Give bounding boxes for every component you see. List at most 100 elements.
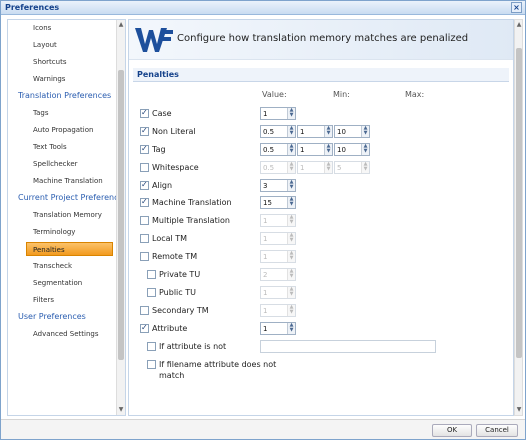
non-literal-min-spinner[interactable]: 1 ▲ ▼ [297,125,333,138]
sidebar-header-translation-preferences: Translation Preferences [18,91,112,100]
penalty-row-case: Case 1 ▲▼ [129,107,513,121]
sidebar-item-text-tools[interactable]: Text Tools [8,140,117,154]
if-filename-attribute-label-2: match [159,371,185,380]
if-attribute-not-checkbox[interactable] [147,342,156,351]
non-literal-value-spinner[interactable]: 0.5 ▲ ▼ [260,125,296,138]
spinner-arrows-icon[interactable]: ▲ ▼ [324,126,332,137]
sidebar-scroll-thumb[interactable] [118,70,124,360]
local-tm-checkbox[interactable] [140,234,149,243]
whitespace-max-spinner: 5 ▲ ▼ [334,161,370,174]
tag-label: Tag [152,145,166,154]
penalty-row-multiple-translation: Multiple Translation 1 ▲ ▼ [129,214,513,228]
banner: Configure how translation memory matches… [129,20,513,60]
spinner-arrows-icon[interactable]: ▲ ▼ [324,144,332,155]
penalty-row-machine-translation: Machine Translation 15 ▲▼ [129,196,513,210]
sidebar-item-icons[interactable]: Icons [8,21,117,35]
whitespace-checkbox[interactable] [140,163,149,172]
penalty-row-attribute: Attribute 1 ▲▼ [129,322,513,336]
private-tu-checkbox[interactable] [147,270,156,279]
machine-translation-value: 15 [263,199,272,207]
col-value-header: Value: [262,90,287,99]
spinner-arrows-icon[interactable]: ▲ ▼ [361,126,369,137]
scroll-up-icon[interactable]: ▲ [515,21,523,29]
remote-tm-checkbox[interactable] [140,252,149,261]
align-checkbox[interactable] [140,180,149,190]
tag-value-spinner[interactable]: 0.5 ▲ ▼ [260,143,296,156]
local-tm-value-spinner: 1 ▲ ▼ [260,232,296,245]
multiple-translation-checkbox[interactable] [140,216,149,225]
align-value-spinner[interactable]: 3 ▲ ▼ [260,179,296,192]
penalty-row-non-literal: Non Literal 0.5 ▲▼ 1 ▲▼ 10 ▲▼ [129,125,513,139]
cancel-button[interactable]: Cancel [476,424,518,437]
tag-checkbox[interactable] [140,144,149,154]
sidebar-item-penalties[interactable]: Penalties [26,242,113,256]
spinner-arrows-icon[interactable]: ▲ ▼ [287,323,295,334]
sidebar-item-warnings[interactable]: Warnings [8,72,117,86]
sidebar-item-filters[interactable]: Filters [8,293,117,307]
sidebar-scrollbar[interactable]: ▲ ▼ [116,20,125,415]
sidebar-item-tags[interactable]: Tags [8,106,117,120]
whitespace-value-spinner: 0.5 ▲ ▼ [260,161,296,174]
attribute-checkbox[interactable] [140,323,149,333]
scroll-down-icon[interactable]: ▼ [117,406,125,414]
main-scroll-thumb[interactable] [516,48,522,358]
sidebar-item-transcheck[interactable]: Transcheck [8,259,117,273]
section-title: Penalties [137,70,179,79]
sidebar-item-shortcuts[interactable]: Shortcuts [8,55,117,69]
scroll-down-icon[interactable]: ▼ [515,406,523,414]
sidebar-item-terminology[interactable]: Terminology [8,225,117,239]
machine-translation-value-spinner[interactable]: 15 ▲ ▼ [260,196,296,209]
sidebar-item-machine-translation[interactable]: Machine Translation [8,174,117,188]
whitespace-max: 5 [337,164,342,172]
machine-translation-checkbox[interactable] [140,197,149,207]
scroll-up-icon[interactable]: ▲ [117,21,125,29]
app-logo-icon [135,28,173,52]
penalty-row-if-attribute-not: If attribute is not [129,340,513,354]
multiple-translation-value: 1 [263,217,268,225]
secondary-tm-value-spinner: 1 ▲ ▼ [260,304,296,317]
tag-max-spinner[interactable]: 10 ▲ ▼ [334,143,370,156]
penalty-row-whitespace: Whitespace 0.5 ▲ ▼ 1 ▲ ▼ 5 ▲ ▼ [129,161,513,175]
spinner-arrows-icon: ▲ ▼ [287,251,295,262]
private-tu-label: Private TU [159,270,201,279]
sidebar-item-spellchecker[interactable]: Spellchecker [8,157,117,171]
preferences-window: Preferences × Icons Layout Shortcuts Warnin… [0,0,526,440]
close-icon[interactable]: × [511,2,522,13]
case-value-spinner[interactable]: 1 ▲ ▼ [260,107,296,120]
main-scrollbar[interactable]: ▲ ▼ [514,19,523,416]
multiple-translation-value-spinner: 1 ▲ ▼ [260,214,296,227]
if-filename-attribute-checkbox[interactable] [147,360,156,369]
sidebar-item-layout[interactable]: Layout [8,38,117,52]
penalties-panel: Configure how translation memory matches… [128,19,514,416]
whitespace-label: Whitespace [152,163,199,172]
sidebar-item-segmentation[interactable]: Segmentation [8,276,117,290]
banner-text: Configure how translation memory matches… [177,33,469,44]
spinner-arrows-icon[interactable]: ▲ ▼ [287,126,295,137]
if-attribute-not-input[interactable] [260,340,436,353]
tag-min-spinner[interactable]: 1 ▲ ▼ [297,143,333,156]
local-tm-value: 1 [263,235,268,243]
case-checkbox[interactable] [140,108,149,118]
whitespace-min-spinner: 1 ▲ ▼ [297,161,333,174]
machine-translation-label: Machine Translation [152,198,232,207]
ok-button[interactable]: OK [432,424,472,437]
secondary-tm-checkbox[interactable] [140,306,149,315]
preferences-sidebar: Icons Layout Shortcuts Warnings Translation … [7,19,126,416]
spinner-arrows-icon[interactable]: ▲ ▼ [287,144,295,155]
penalty-row-if-filename-attribute: If filename attribute does not match [129,358,513,384]
spinner-arrows-icon[interactable]: ▲ ▼ [287,197,295,208]
penalty-row-public-tu: Public TU 1 ▲ ▼ [129,286,513,300]
public-tu-checkbox[interactable] [147,288,156,297]
attribute-value-spinner[interactable]: 1 ▲ ▼ [260,322,296,335]
sidebar-item-auto-propagation[interactable]: Auto Propagation [8,123,117,137]
spinner-arrows-icon[interactable]: ▲ ▼ [361,144,369,155]
non-literal-checkbox[interactable] [140,126,149,136]
spinner-arrows-icon: ▲ ▼ [287,215,295,226]
sidebar-item-translation-memory[interactable]: Translation Memory [8,208,117,222]
non-literal-max-spinner[interactable]: 10 ▲ ▼ [334,125,370,138]
spinner-arrows-icon[interactable]: ▲ ▼ [287,180,295,191]
sidebar-item-advanced-settings[interactable]: Advanced Settings [8,327,117,341]
private-tu-value: 2 [263,271,268,279]
tag-min: 1 [300,146,305,154]
spinner-arrows-icon[interactable]: ▲ ▼ [287,108,295,119]
